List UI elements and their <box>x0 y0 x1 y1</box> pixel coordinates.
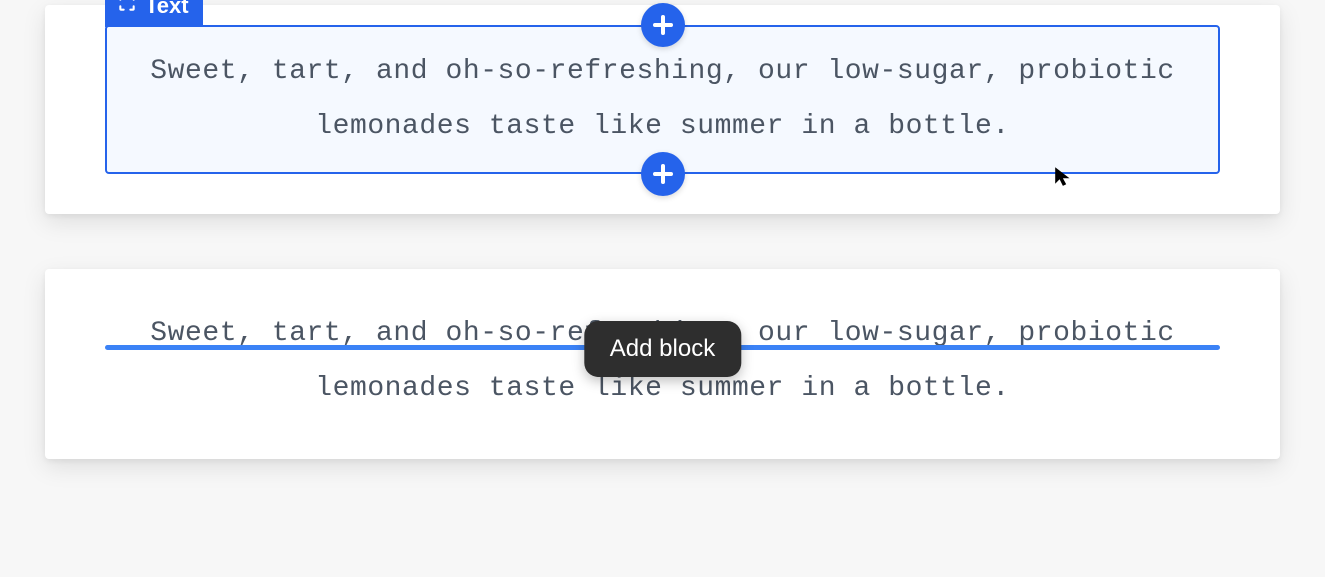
text-block-selected[interactable]: Text Sweet, tart, and oh-so-refreshing, … <box>105 25 1220 174</box>
editor-card-selected: Text Sweet, tart, and oh-so-refreshing, … <box>45 5 1280 214</box>
block-content-text[interactable]: Sweet, tart, and oh-so-refreshing, our l… <box>135 45 1190 154</box>
add-block-above-button[interactable] <box>641 3 685 47</box>
add-block-tooltip: Add block <box>584 321 741 377</box>
add-block-below-button[interactable] <box>641 152 685 196</box>
editor-card-insertion: Add block Sweet, tart, and oh-so-refresh… <box>45 269 1280 459</box>
focus-icon <box>117 0 137 19</box>
block-label-text: Text <box>145 0 189 19</box>
block-label-tab[interactable]: Text <box>105 0 203 27</box>
